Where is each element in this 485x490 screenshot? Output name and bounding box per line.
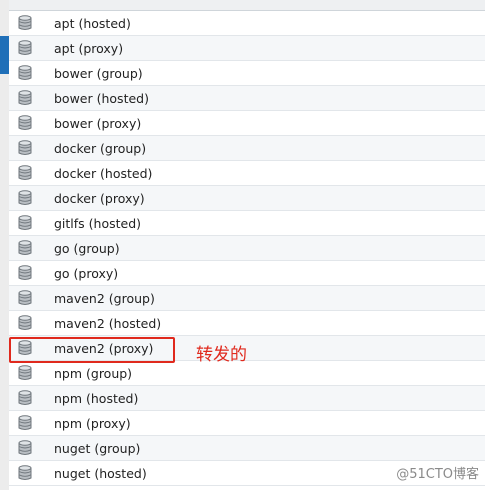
database-icon <box>18 90 32 106</box>
selected-nav-indicator <box>0 36 9 74</box>
table-row[interactable]: maven2 (hosted) <box>9 311 485 336</box>
table-row[interactable]: npm (group) <box>9 361 485 386</box>
database-icon <box>18 15 32 31</box>
table-row[interactable]: go (proxy) <box>9 261 485 286</box>
repository-name: nuget (group) <box>54 440 141 456</box>
table-row[interactable]: go (group) <box>9 236 485 261</box>
repository-name: go (group) <box>54 240 120 256</box>
repository-name: apt (hosted) <box>54 15 131 31</box>
table-row[interactable]: bower (group) <box>9 61 485 86</box>
database-icon <box>18 115 32 131</box>
repository-name: docker (hosted) <box>54 165 153 181</box>
repository-name: maven2 (group) <box>54 290 155 306</box>
table-row[interactable]: npm (proxy) <box>9 411 485 436</box>
repository-name: nuget (hosted) <box>54 465 147 481</box>
repository-name: npm (proxy) <box>54 415 131 431</box>
table-row[interactable]: gitlfs (hosted) <box>9 211 485 236</box>
table-row[interactable]: npm (hosted) <box>9 386 485 411</box>
database-icon <box>18 40 32 56</box>
table-row[interactable]: docker (proxy) <box>9 186 485 211</box>
annotation-note: 转发的 <box>196 345 247 365</box>
repository-name: npm (hosted) <box>54 390 139 406</box>
repository-name: docker (group) <box>54 140 147 156</box>
database-icon <box>18 365 32 381</box>
table-row[interactable]: apt (proxy) <box>9 36 485 61</box>
repository-name: gitlfs (hosted) <box>54 215 142 231</box>
database-icon <box>18 265 32 281</box>
table-row[interactable]: nuget (group) <box>9 436 485 461</box>
table-row[interactable]: maven2 (group) <box>9 286 485 311</box>
repository-name: apt (proxy) <box>54 40 124 56</box>
table-row[interactable]: bower (hosted) <box>9 86 485 111</box>
table-row[interactable]: apt (hosted) <box>9 11 485 36</box>
database-icon <box>18 415 32 431</box>
database-icon <box>18 190 32 206</box>
repository-name: maven2 (hosted) <box>54 315 162 331</box>
repository-list: apt (hosted) apt (proxy) bower (group) b… <box>9 11 485 486</box>
table-row[interactable]: docker (hosted) <box>9 161 485 186</box>
database-icon <box>18 240 32 256</box>
table-row[interactable]: bower (proxy) <box>9 111 485 136</box>
repository-name: bower (group) <box>54 65 143 81</box>
watermark: @51CTO博客 <box>396 467 479 482</box>
database-icon <box>18 465 32 481</box>
database-icon <box>18 290 32 306</box>
repository-name: docker (proxy) <box>54 190 145 206</box>
database-icon <box>18 390 32 406</box>
database-icon <box>18 165 32 181</box>
annotation-highlight-box <box>9 337 175 363</box>
table-header-strip <box>9 0 485 11</box>
database-icon <box>18 440 32 456</box>
database-icon <box>18 215 32 231</box>
table-row[interactable]: docker (group) <box>9 136 485 161</box>
repository-name: go (proxy) <box>54 265 119 281</box>
repository-name: bower (proxy) <box>54 115 142 131</box>
database-icon <box>18 65 32 81</box>
database-icon <box>18 140 32 156</box>
repository-name: bower (hosted) <box>54 90 149 106</box>
database-icon <box>18 315 32 331</box>
repository-name: npm (group) <box>54 365 133 381</box>
